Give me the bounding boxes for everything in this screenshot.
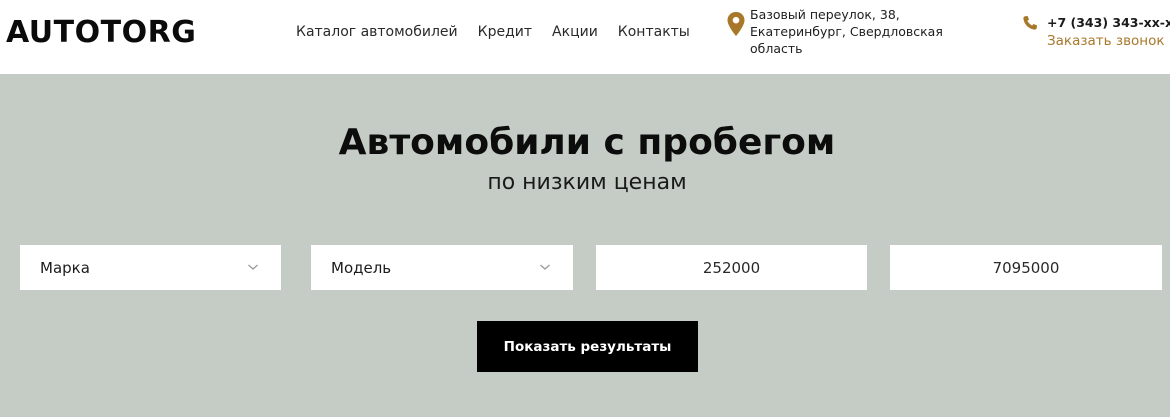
brand-select-value: Марка (40, 258, 90, 277)
nav-item-credit[interactable]: Кредит (478, 22, 532, 42)
site-header: AUTOTORG Каталог автомобилей Кредит Акци… (0, 0, 1170, 74)
callback-link[interactable]: Заказать звонок (1047, 32, 1170, 50)
address-block: Базовый переулок, 38, Екатеринбург, Свер… (726, 6, 960, 57)
model-select[interactable]: Модель (311, 245, 573, 290)
contact-block: +7 (343) 343-xx-xx Заказать звонок (1022, 14, 1170, 50)
phone-row: +7 (343) 343-xx-xx (1022, 14, 1170, 32)
hero-section: Автомобили с пробегом по низким ценам Ма… (0, 74, 1170, 417)
main-nav: Каталог автомобилей Кредит Акции Контакт… (296, 22, 690, 42)
price-from-input[interactable] (596, 245, 867, 290)
nav-item-catalog[interactable]: Каталог автомобилей (296, 22, 458, 42)
brand-select[interactable]: Марка (20, 245, 281, 290)
nav-item-contacts[interactable]: Контакты (618, 22, 690, 42)
price-to-field (890, 245, 1162, 290)
chevron-down-icon (248, 264, 258, 270)
address-text: Базовый переулок, 38, Екатеринбург, Свер… (750, 7, 943, 56)
hero-subtitle: по низким ценам (487, 170, 687, 195)
phone-number[interactable]: +7 (343) 343-xx-xx (1047, 14, 1170, 32)
model-select-value: Модель (331, 258, 392, 277)
price-to-input[interactable] (890, 245, 1162, 290)
hero-title: Автомобили с пробегом (338, 122, 836, 163)
nav-item-promotions[interactable]: Акции (552, 22, 598, 42)
site-logo[interactable]: AUTOTORG (6, 14, 196, 52)
price-from-field (596, 245, 867, 290)
phone-icon (1023, 16, 1037, 30)
chevron-down-icon (540, 264, 550, 270)
show-results-button[interactable]: Показать результаты (477, 321, 698, 372)
map-pin-icon (727, 12, 745, 36)
